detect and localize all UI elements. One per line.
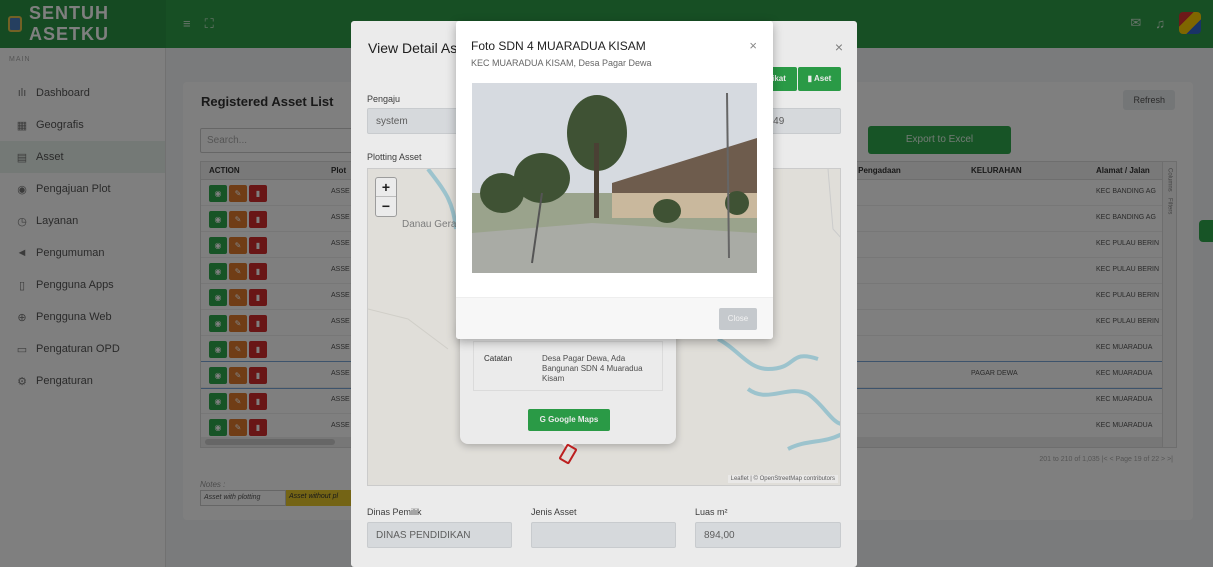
- photo-modal: Foto SDN 4 MUARADUA KISAM KEC MUARADUA K…: [456, 21, 773, 339]
- asset-photo: [472, 83, 757, 273]
- close-icon[interactable]: ×: [749, 38, 757, 53]
- school-photo-illustration: [472, 83, 757, 273]
- photo-modal-subtitle: KEC MUARADUA KISAM, Desa Pagar Dewa: [471, 58, 652, 68]
- close-button[interactable]: Close: [719, 308, 757, 330]
- photo-modal-footer: Close: [456, 297, 773, 339]
- photo-modal-title: Foto SDN 4 MUARADUA KISAM: [471, 39, 646, 53]
